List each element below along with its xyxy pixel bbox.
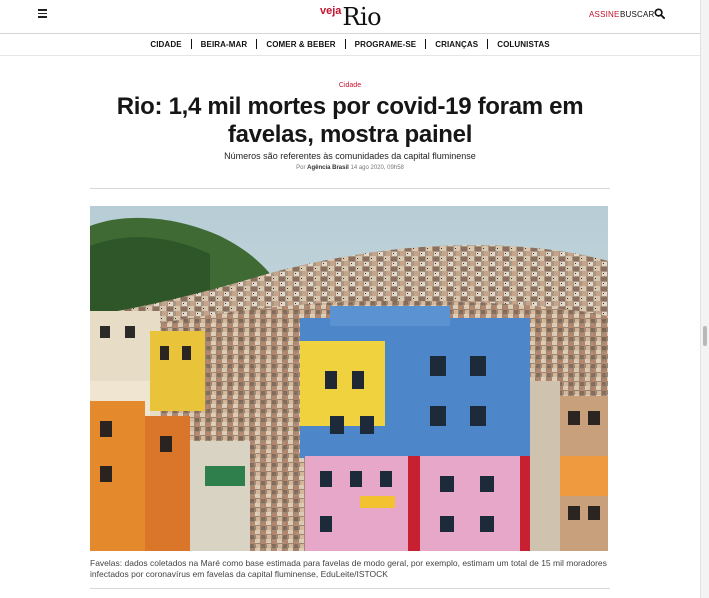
article-byline: Por Agência Brasil 14 ago 2020, 09h58	[0, 165, 700, 171]
nav-item-criancas[interactable]: CRIANÇAS	[426, 40, 487, 49]
photo-caption: Favelas: dados coletados na Maré como ba…	[90, 558, 607, 579]
divider	[90, 588, 610, 589]
scrollbar-track[interactable]	[700, 0, 709, 598]
article-photo	[90, 206, 608, 551]
top-bar: veja Rio ASSINE BUSCAR	[0, 0, 700, 34]
subscribe-link[interactable]: ASSINE	[589, 10, 620, 19]
logo-rio: Rio	[342, 3, 382, 31]
byline-author[interactable]: Agência Brasil	[307, 165, 349, 171]
article-category[interactable]: Cidade	[0, 82, 700, 89]
scrollbar-thumb[interactable]	[703, 326, 707, 346]
logo-veja: veja	[320, 5, 342, 17]
nav-item-colunistas[interactable]: COLUNISTAS	[488, 40, 558, 49]
section-nav: CIDADE BEIRA-MAR COMER & BEBER PROGRAME-…	[0, 33, 700, 56]
search-icon[interactable]	[654, 8, 665, 19]
divider	[90, 188, 610, 189]
site-logo[interactable]: veja Rio	[320, 2, 382, 31]
article-headline: Rio: 1,4 mil mortes por covid-19 foram e…	[116, 93, 584, 148]
nav-item-cidade[interactable]: CIDADE	[141, 40, 190, 49]
article-subtitle: Números são referentes às comunidades da…	[224, 151, 476, 161]
search-link[interactable]: BUSCAR	[620, 10, 655, 19]
byline-date: 14 ago 2020, 09h58	[350, 165, 404, 171]
nav-item-comer-beber[interactable]: COMER & BEBER	[257, 40, 344, 49]
hamburger-menu-icon[interactable]	[38, 9, 47, 18]
nav-item-beira-mar[interactable]: BEIRA-MAR	[192, 40, 257, 49]
nav-item-programe-se[interactable]: PROGRAME-SE	[346, 40, 426, 49]
byline-prefix: Por	[296, 165, 306, 171]
